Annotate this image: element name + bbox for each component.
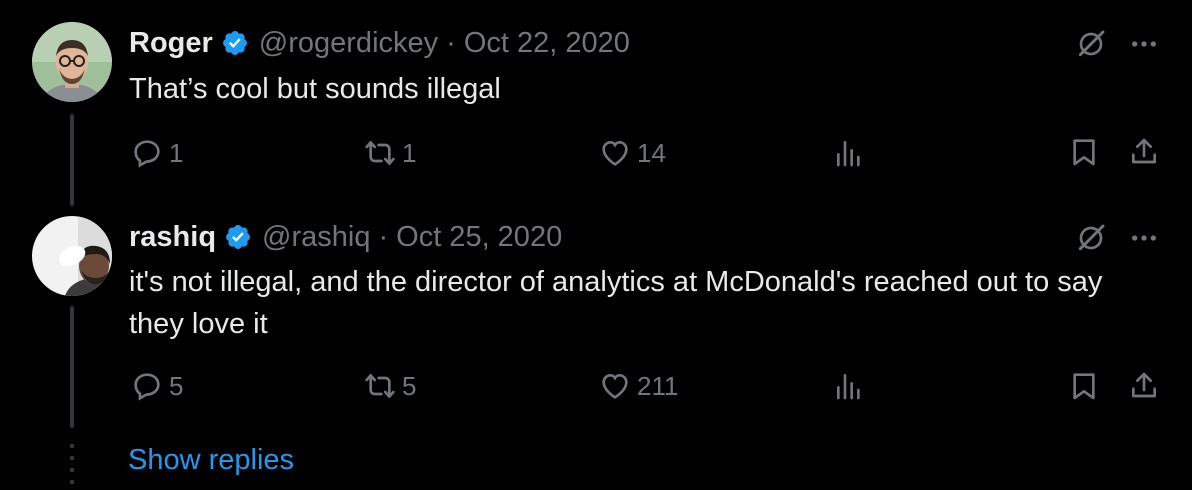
collapsed-thread-dots (70, 444, 74, 484)
share-icon[interactable] (1128, 136, 1160, 168)
separator: · (378, 220, 389, 253)
retweet-count: 1 (402, 137, 417, 168)
reply-icon (134, 373, 160, 401)
thread-line (70, 114, 74, 206)
show-replies-link[interactable]: Show replies (128, 444, 294, 477)
like-icon (602, 373, 628, 399)
like-icon (602, 140, 628, 166)
timestamp[interactable]: Oct 25, 2020 (396, 221, 562, 254)
tweet-header: rashiq @rashiq · Oct 25, 2020 (129, 217, 562, 257)
avatar-rashiq-image (32, 216, 112, 296)
views-icon (837, 374, 860, 400)
more-icon[interactable] (1128, 28, 1160, 60)
thread-line (70, 306, 74, 428)
display-name[interactable]: rashiq (129, 221, 216, 254)
bookmark-icon[interactable] (1068, 370, 1100, 402)
display-name[interactable]: Roger (129, 27, 213, 60)
reply-button[interactable]: 5 (131, 368, 183, 404)
reply-count: 5 (169, 370, 184, 401)
retweet-button[interactable]: 1 (364, 135, 416, 171)
avatar[interactable] (32, 216, 112, 296)
like-button[interactable]: 14 (599, 135, 666, 171)
separator: · (446, 26, 456, 59)
more-icon[interactable] (1128, 222, 1160, 254)
like-count: 14 (637, 137, 666, 168)
views-button[interactable] (833, 135, 871, 171)
retweet-icon (365, 374, 395, 398)
tweet-text: That’s cool but sounds illegal (129, 73, 501, 105)
retweet-count: 5 (402, 370, 417, 401)
views-button[interactable] (833, 368, 871, 404)
reply-count: 1 (169, 137, 184, 168)
verified-badge-icon (226, 225, 250, 249)
retweet-icon (365, 141, 395, 165)
timestamp[interactable]: Oct 22, 2020 (464, 27, 630, 60)
reply-button[interactable]: 1 (131, 135, 183, 171)
tweet-text: it's not illegal, and the director of an… (129, 266, 1103, 340)
like-button[interactable]: 211 (599, 368, 678, 404)
like-count: 211 (637, 370, 679, 401)
grok-icon[interactable] (1075, 222, 1107, 254)
avatar-roger-image (32, 22, 112, 102)
reply-icon (134, 140, 160, 168)
handle[interactable]: @rashiq (262, 221, 370, 254)
avatar[interactable] (32, 22, 112, 102)
share-icon[interactable] (1128, 370, 1160, 402)
views-icon (837, 141, 860, 167)
grok-icon[interactable] (1075, 28, 1107, 60)
tweet-header: Roger @rogerdickey · Oct 22, 2020 (129, 23, 630, 63)
handle[interactable]: @rogerdickey (259, 27, 438, 60)
bookmark-icon[interactable] (1068, 136, 1100, 168)
retweet-button[interactable]: 5 (364, 368, 416, 404)
verified-badge-icon (222, 31, 247, 55)
